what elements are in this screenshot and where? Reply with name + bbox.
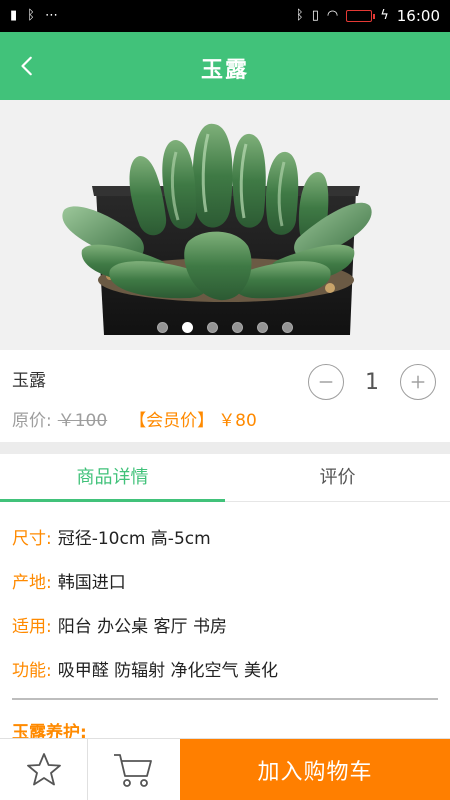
function-label: 功能:	[12, 661, 52, 681]
product-name: 玉露	[12, 371, 46, 391]
price-row: 原价: ￥100 【会员价】 ￥80	[12, 406, 257, 431]
charging-icon: ϟ	[380, 8, 389, 23]
title-bar: 玉露	[0, 32, 450, 100]
decrease-button[interactable]	[308, 364, 344, 400]
content-divider	[12, 698, 438, 700]
carousel-dot[interactable]	[232, 322, 243, 333]
member-price-label: 【会员价】	[129, 411, 215, 431]
original-price-label: 原价:	[12, 411, 52, 431]
tab-reviews[interactable]: 评价	[225, 454, 450, 501]
plus-icon	[411, 375, 425, 389]
wifi-icon: ◠	[326, 8, 339, 23]
more-icon: ⋯	[44, 8, 58, 23]
minus-icon	[319, 381, 333, 383]
clock: 16:00	[396, 7, 440, 25]
battery-icon	[346, 10, 376, 22]
detail-row-origin: 产地: 韩国进口	[12, 568, 126, 593]
detail-row-usage: 适用: 阳台 办公桌 客厅 书房	[12, 612, 227, 637]
product-detail-page: ▮ ᛒ ⋯ ᛒ ▯ ◠ ϟ 16:00 玉露 玉露 1 原价: ￥100 【会员…	[0, 0, 450, 800]
carousel-dot[interactable]	[257, 322, 268, 333]
page-title: 玉露	[200, 58, 249, 83]
detail-tabs: 商品详情 评价	[0, 454, 450, 502]
bottom-action-bar: 加入购物车	[0, 738, 450, 800]
detail-row-size: 尺寸: 冠径-10cm 高-5cm	[12, 524, 211, 549]
usage-label: 适用:	[12, 617, 52, 637]
increase-button[interactable]	[400, 364, 436, 400]
star-icon	[26, 753, 61, 786]
bluetooth-icon: ᛒ	[295, 8, 304, 23]
section-divider	[0, 442, 450, 454]
carousel-dot[interactable]	[157, 322, 168, 333]
cart-button[interactable]	[88, 739, 178, 800]
carousel-indicator	[0, 322, 450, 333]
carousel-dot[interactable]	[207, 322, 218, 333]
size-value: 冠径-10cm 高-5cm	[57, 529, 211, 549]
size-label: 尺寸:	[12, 529, 52, 549]
usage-value: 阳台 办公桌 客厅 书房	[57, 617, 227, 637]
origin-label: 产地:	[12, 573, 52, 593]
succulent-image	[0, 100, 450, 350]
quantity-stepper: 1	[308, 364, 436, 400]
bluetooth-icon: ᛒ	[27, 8, 35, 23]
function-value: 吸甲醛 防辐射 净化空气 美化	[57, 661, 278, 681]
carousel-dot[interactable]	[282, 322, 293, 333]
favorite-button[interactable]	[0, 739, 88, 800]
carousel-dot-active[interactable]	[182, 322, 193, 333]
add-to-cart-button[interactable]: 加入购物车	[180, 739, 450, 800]
signal-icon: ▮	[10, 8, 18, 23]
member-price: ￥80	[218, 411, 257, 431]
original-price: ￥100	[57, 411, 108, 431]
detail-row-function: 功能: 吸甲醛 防辐射 净化空气 美化	[12, 656, 278, 681]
origin-value: 韩国进口	[57, 573, 126, 593]
product-details: 尺寸: 冠径-10cm 高-5cm 产地: 韩国进口 适用: 阳台 办公桌 客厅…	[0, 502, 450, 743]
cart-icon	[114, 754, 152, 787]
status-bar: ▮ ᛒ ⋯ ᛒ ▯ ◠ ϟ 16:00	[0, 0, 450, 32]
vibrate-icon: ▯	[311, 8, 319, 23]
tab-product-details[interactable]: 商品详情	[0, 454, 225, 502]
quantity-value: 1	[365, 369, 379, 395]
product-image-carousel[interactable]	[0, 100, 450, 350]
product-info: 玉露 1 原价: ￥100 【会员价】 ￥80	[0, 350, 450, 442]
